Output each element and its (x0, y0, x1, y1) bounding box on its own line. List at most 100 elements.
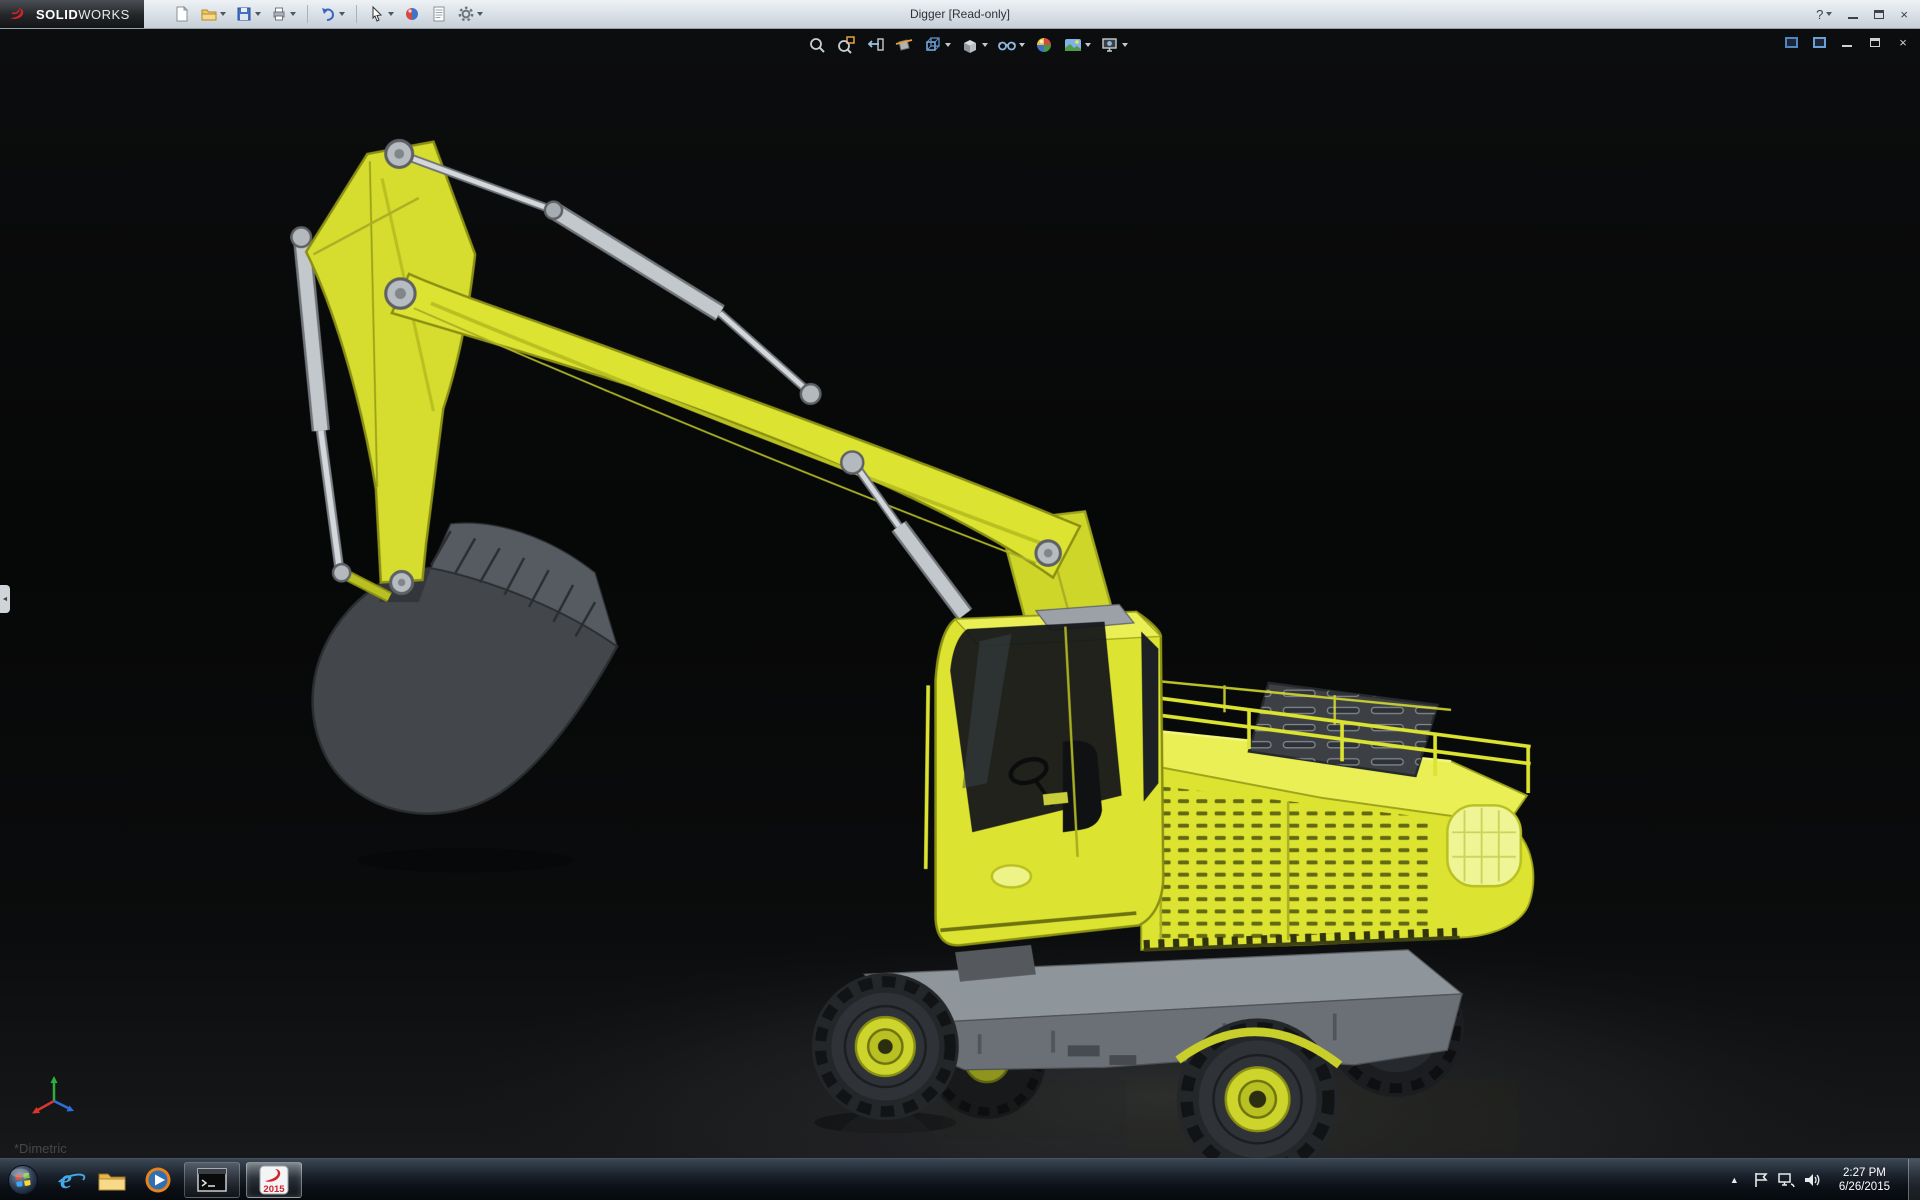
view-settings-caret[interactable] (1122, 43, 1128, 47)
windows-explorer-button[interactable] (92, 1162, 132, 1198)
action-center-flag-icon[interactable] (1753, 1171, 1769, 1189)
solidworks-taskbar-button[interactable]: 2015 (246, 1162, 302, 1198)
print-icon (270, 5, 288, 23)
hide-show-items-icon (997, 35, 1017, 55)
undo-icon (319, 5, 337, 23)
select-dropdown-caret[interactable] (388, 12, 394, 16)
apply-scene-icon (1063, 35, 1083, 55)
select-button[interactable] (365, 3, 397, 25)
solidworks-logo: SOLIDWORKS (0, 0, 144, 28)
featuremanager-flyout-tab[interactable]: ◄ (0, 585, 10, 613)
network-icon[interactable] (1777, 1172, 1795, 1188)
select-cursor-icon (368, 5, 386, 23)
appearance-sphere-icon (403, 5, 421, 23)
zoom-to-area-button[interactable] (834, 33, 858, 57)
display-style-button[interactable] (958, 33, 990, 57)
triad-y-axis (51, 1076, 58, 1083)
solidworks-wordmark: SOLIDWORKS (36, 7, 130, 22)
previous-window-icon (1785, 37, 1798, 48)
clock-date: 6/26/2015 (1839, 1180, 1890, 1194)
previous-view-button[interactable] (863, 33, 887, 57)
minimize-icon (1848, 10, 1858, 19)
graphics-area[interactable]: × ◄ *Dimetric (0, 29, 1920, 1158)
show-hidden-icons-button[interactable]: ▲ (1726, 1171, 1743, 1189)
cab[interactable] (926, 605, 1164, 982)
close-button[interactable]: × (1900, 7, 1908, 22)
help-button[interactable]: ? (1816, 7, 1832, 22)
apply-scene-button[interactable] (1061, 33, 1093, 57)
options-dropdown-caret[interactable] (477, 12, 483, 16)
section-view-icon (894, 35, 914, 55)
tray-icons (1753, 1171, 1821, 1189)
apply-scene-caret[interactable] (1085, 43, 1091, 47)
previous-window-button[interactable] (1782, 34, 1800, 50)
document-close-button[interactable]: × (1894, 34, 1912, 50)
view-orientation-button[interactable] (921, 33, 953, 57)
document-restore-button[interactable] (1866, 34, 1884, 50)
display-style-icon (960, 35, 980, 55)
view-settings-icon (1100, 35, 1120, 55)
save-dropdown-caret[interactable] (255, 12, 261, 16)
window-controls: ? × (1816, 7, 1920, 22)
volume-icon[interactable] (1803, 1172, 1821, 1188)
minimize-button[interactable] (1848, 10, 1858, 19)
window-title: Digger [Read-only] (910, 0, 1010, 29)
taskbar: e (0, 1158, 1920, 1200)
taskbar-items: e (46, 1162, 302, 1198)
svg-text:2015: 2015 (263, 1184, 285, 1195)
toolbar-separator (307, 5, 308, 23)
file-properties-button[interactable] (427, 3, 451, 25)
open-button[interactable] (197, 3, 229, 25)
zoom-to-fit-icon (807, 35, 827, 55)
file-properties-icon (430, 5, 448, 23)
solidworks-application-window: SOLIDWORKS (0, 0, 1920, 1200)
start-button[interactable] (0, 1159, 46, 1200)
hide-show-items-caret[interactable] (1019, 43, 1025, 47)
edit-appearance-button[interactable] (400, 3, 424, 25)
save-button[interactable] (232, 3, 264, 25)
clock[interactable]: 2:27 PM 6/26/2015 (1831, 1166, 1898, 1194)
maximize-icon (1874, 10, 1884, 19)
options-button[interactable] (454, 3, 486, 25)
previous-view-icon (865, 35, 885, 55)
open-dropdown-caret[interactable] (220, 12, 226, 16)
show-desktop-button[interactable] (1908, 1159, 1920, 1200)
view-settings-button[interactable] (1098, 33, 1130, 57)
hide-show-items-button[interactable] (995, 33, 1027, 57)
open-folder-icon (200, 5, 218, 23)
zoom-to-area-icon (836, 35, 856, 55)
view-orientation-cube-icon (923, 35, 943, 55)
new-document-button[interactable] (170, 3, 194, 25)
next-window-button[interactable] (1810, 34, 1828, 50)
next-window-icon (1813, 37, 1826, 48)
solidworks-app-icon: 2015 (259, 1165, 289, 1195)
internet-explorer-icon: e (60, 1166, 72, 1193)
zoom-to-fit-button[interactable] (805, 33, 829, 57)
display-style-caret[interactable] (982, 43, 988, 47)
options-gear-icon (457, 5, 475, 23)
command-prompt-button[interactable] (184, 1162, 240, 1198)
maximize-button[interactable] (1874, 10, 1884, 19)
view-orientation-caret[interactable] (945, 43, 951, 47)
undo-button[interactable] (316, 3, 348, 25)
internet-explorer-button[interactable]: e (46, 1162, 86, 1198)
command-prompt-icon (197, 1168, 227, 1192)
reference-triad (30, 1071, 78, 1124)
system-tray: ▲ 2:27 PM 6/26/2015 (1726, 1159, 1920, 1200)
section-view-button[interactable] (892, 33, 916, 57)
print-dropdown-caret[interactable] (290, 12, 296, 16)
media-player-button[interactable] (138, 1162, 178, 1198)
standard-toolbar (144, 3, 486, 25)
toolbar-separator (356, 5, 357, 23)
media-player-icon (144, 1166, 172, 1194)
edit-appearance-button-viewport[interactable] (1032, 33, 1056, 57)
undo-dropdown-caret[interactable] (339, 12, 345, 16)
print-button[interactable] (267, 3, 299, 25)
document-minimize-button[interactable] (1838, 34, 1856, 50)
document-window-controls: × (1782, 34, 1912, 50)
windows-orb-icon (7, 1164, 39, 1196)
new-document-icon (173, 5, 191, 23)
dassault-3ds-icon (8, 5, 30, 23)
clock-time: 2:27 PM (1839, 1166, 1890, 1180)
digger-3d-model[interactable] (0, 29, 1920, 1158)
